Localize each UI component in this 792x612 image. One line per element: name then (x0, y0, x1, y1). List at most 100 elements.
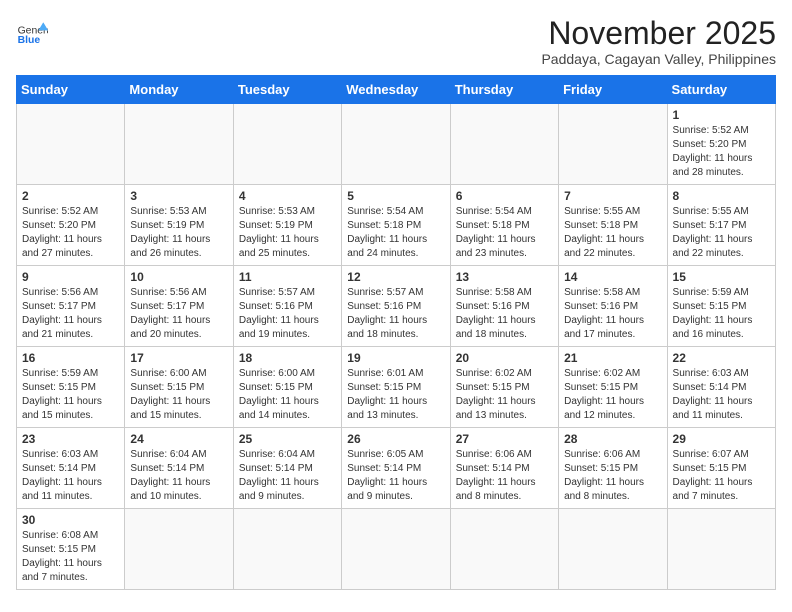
day-info: Sunrise: 6:02 AM Sunset: 5:15 PM Dayligh… (456, 367, 553, 423)
day-number: 17 (130, 351, 227, 365)
day-number: 15 (673, 270, 770, 284)
day-info: Sunrise: 5:52 AM Sunset: 5:20 PM Dayligh… (22, 205, 119, 261)
day-number: 26 (347, 432, 444, 446)
calendar-cell: 21Sunrise: 6:02 AM Sunset: 5:15 PM Dayli… (559, 347, 667, 428)
calendar-cell: 4 Sunrise: 5:53 AM Sunset: 5:19 PM Daylig… (233, 185, 341, 266)
day-info: Sunrise: 6:08 AM Sunset: 5:15 PM Dayligh… (22, 529, 119, 585)
day-number: 6 (456, 189, 553, 203)
calendar-week-5: 23Sunrise: 6:03 AM Sunset: 5:14 PM Dayli… (17, 428, 776, 509)
logo-icon: General Blue (16, 16, 48, 48)
calendar-cell (233, 104, 341, 185)
calendar-cell: 7Sunrise: 5:55 AM Sunset: 5:18 PM Daylig… (559, 185, 667, 266)
day-number: 25 (239, 432, 336, 446)
calendar-cell: 27Sunrise: 6:06 AM Sunset: 5:14 PM Dayli… (450, 428, 558, 509)
day-info: Sunrise: 5:57 AM Sunset: 5:16 PM Dayligh… (239, 286, 336, 342)
calendar-cell (17, 104, 125, 185)
svg-text:Blue: Blue (18, 35, 41, 46)
calendar-cell (342, 509, 450, 590)
day-info: Sunrise: 5:52 AM Sunset: 5:20 PM Dayligh… (673, 124, 770, 180)
weekday-header-thursday: Thursday (450, 76, 558, 104)
day-info: Sunrise: 5:54 AM Sunset: 5:18 PM Dayligh… (456, 205, 553, 261)
calendar-cell: 3 Sunrise: 5:53 AM Sunset: 5:19 PM Daylig… (125, 185, 233, 266)
calendar-cell: 22 Sunrise: 6:03 AM Sunset: 5:14 PM Dayli… (667, 347, 775, 428)
day-info: Sunrise: 6:01 AM Sunset: 5:15 PM Dayligh… (347, 367, 444, 423)
day-number: 10 (130, 270, 227, 284)
calendar-cell: 17 Sunrise: 6:00 AM Sunset: 5:15 PM Dayli… (125, 347, 233, 428)
day-info: Sunrise: 5:56 AM Sunset: 5:17 PM Dayligh… (22, 286, 119, 342)
calendar-cell (342, 104, 450, 185)
day-info: Sunrise: 5:55 AM Sunset: 5:18 PM Dayligh… (564, 205, 661, 261)
day-number: 27 (456, 432, 553, 446)
day-number: 23 (22, 432, 119, 446)
day-number: 28 (564, 432, 661, 446)
calendar-cell: 25 Sunrise: 6:04 AM Sunset: 5:14 PM Dayli… (233, 428, 341, 509)
title-block: November 2025 Paddaya, Cagayan Valley, P… (541, 16, 776, 67)
day-number: 21 (564, 351, 661, 365)
day-info: Sunrise: 5:57 AM Sunset: 5:16 PM Dayligh… (347, 286, 444, 342)
weekday-header-sunday: Sunday (17, 76, 125, 104)
logo: General Blue (16, 16, 48, 48)
calendar-week-1: 1 Sunrise: 5:52 AM Sunset: 5:20 PM Daylig… (17, 104, 776, 185)
calendar-cell (559, 104, 667, 185)
calendar-cell: 12Sunrise: 5:57 AM Sunset: 5:16 PM Dayli… (342, 266, 450, 347)
day-number: 13 (456, 270, 553, 284)
calendar-cell: 23Sunrise: 6:03 AM Sunset: 5:14 PM Dayli… (17, 428, 125, 509)
calendar-week-6: 30 Sunrise: 6:08 AM Sunset: 5:15 PM Dayli… (17, 509, 776, 590)
day-info: Sunrise: 5:58 AM Sunset: 5:16 PM Dayligh… (456, 286, 553, 342)
day-info: Sunrise: 6:00 AM Sunset: 5:15 PM Dayligh… (239, 367, 336, 423)
calendar-cell (667, 509, 775, 590)
calendar-table: SundayMondayTuesdayWednesdayThursdayFrid… (16, 75, 776, 590)
day-number: 20 (456, 351, 553, 365)
day-info: Sunrise: 6:06 AM Sunset: 5:15 PM Dayligh… (564, 448, 661, 504)
calendar-cell: 13 Sunrise: 5:58 AM Sunset: 5:16 PM Dayli… (450, 266, 558, 347)
calendar-cell: 18 Sunrise: 6:00 AM Sunset: 5:15 PM Dayli… (233, 347, 341, 428)
day-number: 8 (673, 189, 770, 203)
calendar-cell: 26Sunrise: 6:05 AM Sunset: 5:14 PM Dayli… (342, 428, 450, 509)
calendar-cell: 16Sunrise: 5:59 AM Sunset: 5:15 PM Dayli… (17, 347, 125, 428)
calendar-cell: 2 Sunrise: 5:52 AM Sunset: 5:20 PM Daylig… (17, 185, 125, 266)
day-number: 2 (22, 189, 119, 203)
day-info: Sunrise: 5:54 AM Sunset: 5:18 PM Dayligh… (347, 205, 444, 261)
day-number: 29 (673, 432, 770, 446)
calendar-cell: 14Sunrise: 5:58 AM Sunset: 5:16 PM Dayli… (559, 266, 667, 347)
day-info: Sunrise: 6:00 AM Sunset: 5:15 PM Dayligh… (130, 367, 227, 423)
day-info: Sunrise: 5:59 AM Sunset: 5:15 PM Dayligh… (22, 367, 119, 423)
day-number: 3 (130, 189, 227, 203)
calendar-cell: 1 Sunrise: 5:52 AM Sunset: 5:20 PM Daylig… (667, 104, 775, 185)
day-info: Sunrise: 6:04 AM Sunset: 5:14 PM Dayligh… (239, 448, 336, 504)
calendar-cell: 10 Sunrise: 5:56 AM Sunset: 5:17 PM Dayli… (125, 266, 233, 347)
calendar-cell: 19Sunrise: 6:01 AM Sunset: 5:15 PM Dayli… (342, 347, 450, 428)
calendar-week-4: 16Sunrise: 5:59 AM Sunset: 5:15 PM Dayli… (17, 347, 776, 428)
weekday-header-monday: Monday (125, 76, 233, 104)
day-info: Sunrise: 5:53 AM Sunset: 5:19 PM Dayligh… (130, 205, 227, 261)
calendar-cell: 5Sunrise: 5:54 AM Sunset: 5:18 PM Daylig… (342, 185, 450, 266)
day-number: 4 (239, 189, 336, 203)
day-info: Sunrise: 5:55 AM Sunset: 5:17 PM Dayligh… (673, 205, 770, 261)
day-number: 14 (564, 270, 661, 284)
day-number: 18 (239, 351, 336, 365)
day-number: 30 (22, 513, 119, 527)
day-info: Sunrise: 5:53 AM Sunset: 5:19 PM Dayligh… (239, 205, 336, 261)
calendar-cell: 9Sunrise: 5:56 AM Sunset: 5:17 PM Daylig… (17, 266, 125, 347)
calendar-cell: 11 Sunrise: 5:57 AM Sunset: 5:16 PM Dayli… (233, 266, 341, 347)
calendar-cell (125, 509, 233, 590)
calendar-cell (450, 104, 558, 185)
calendar-cell: 29 Sunrise: 6:07 AM Sunset: 5:15 PM Dayli… (667, 428, 775, 509)
day-number: 24 (130, 432, 227, 446)
day-number: 22 (673, 351, 770, 365)
day-info: Sunrise: 5:59 AM Sunset: 5:15 PM Dayligh… (673, 286, 770, 342)
calendar-cell: 30 Sunrise: 6:08 AM Sunset: 5:15 PM Dayli… (17, 509, 125, 590)
calendar-cell (233, 509, 341, 590)
day-info: Sunrise: 5:56 AM Sunset: 5:17 PM Dayligh… (130, 286, 227, 342)
day-number: 1 (673, 108, 770, 122)
calendar-cell: 24Sunrise: 6:04 AM Sunset: 5:14 PM Dayli… (125, 428, 233, 509)
day-number: 11 (239, 270, 336, 284)
calendar-week-3: 9Sunrise: 5:56 AM Sunset: 5:17 PM Daylig… (17, 266, 776, 347)
day-info: Sunrise: 6:07 AM Sunset: 5:15 PM Dayligh… (673, 448, 770, 504)
day-info: Sunrise: 6:03 AM Sunset: 5:14 PM Dayligh… (673, 367, 770, 423)
weekday-header-wednesday: Wednesday (342, 76, 450, 104)
weekday-header-tuesday: Tuesday (233, 76, 341, 104)
calendar-cell: 20 Sunrise: 6:02 AM Sunset: 5:15 PM Dayli… (450, 347, 558, 428)
month-title: November 2025 (541, 16, 776, 51)
calendar-cell: 15 Sunrise: 5:59 AM Sunset: 5:15 PM Dayli… (667, 266, 775, 347)
